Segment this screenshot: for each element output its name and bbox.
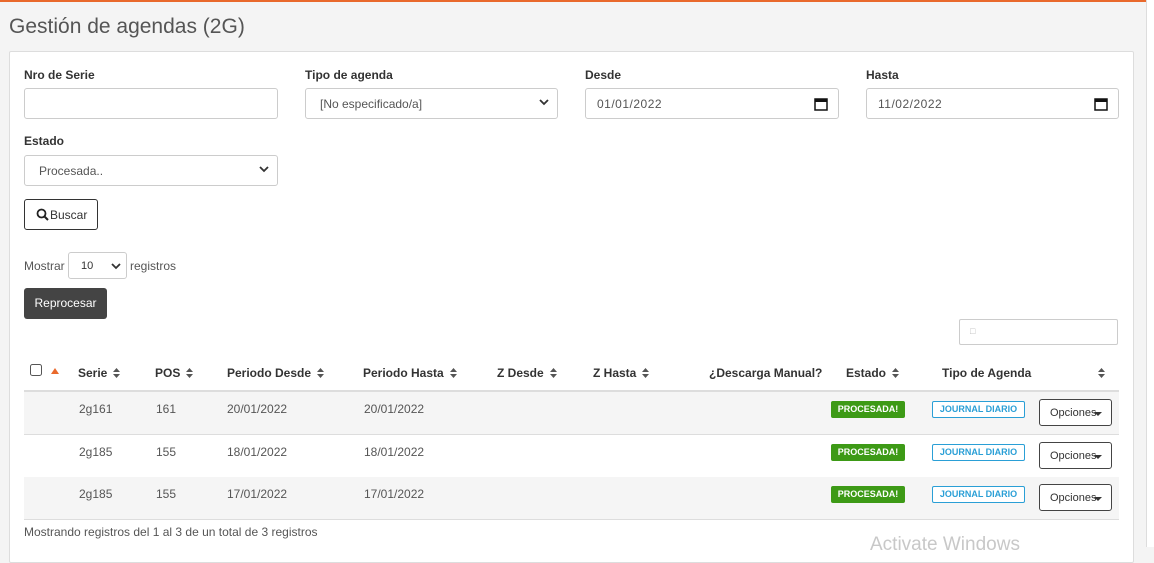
tipo-agenda-badge: JOURNAL DIARIO <box>932 401 1025 418</box>
opciones-label: Opciones <box>1050 492 1097 504</box>
col-pos-label: POS <box>155 366 181 380</box>
sort-icon <box>1098 368 1105 378</box>
status-badge: PROCESADA! <box>831 444 905 461</box>
chevron-down-icon <box>539 99 549 106</box>
sort-asc-icon[interactable] <box>51 368 60 374</box>
mostrar-label: Mostrar <box>24 259 65 273</box>
caret-down-icon <box>1094 497 1102 501</box>
hasta-label: Hasta <box>866 68 899 82</box>
nro-serie-label: Nro de Serie <box>24 68 95 82</box>
registros-label: registros <box>130 259 177 273</box>
chevron-down-icon <box>259 166 269 173</box>
status-badge: PROCESADA! <box>831 486 905 503</box>
reprocesar-button[interactable]: Reprocesar <box>24 288 107 319</box>
table-row: 2g161 161 20/01/2022 20/01/2022 PROCESAD… <box>24 392 1119 435</box>
table-row: 2g185 155 17/01/2022 17/01/2022 PROCESAD… <box>24 477 1119 520</box>
tipo-agenda-label: Tipo de agenda <box>305 68 393 82</box>
table-row: 2g185 155 18/01/2022 18/01/2022 PROCESAD… <box>24 435 1119 478</box>
caret-down-icon <box>1094 412 1102 416</box>
col-descarga-manual-label: ¿Descarga Manual? <box>709 366 823 380</box>
search-icon <box>36 208 49 221</box>
hasta-value: 11/02/2022 <box>878 97 943 111</box>
estado-selected: Procesada.. <box>39 164 104 178</box>
sort-icon <box>449 368 457 378</box>
buscar-button[interactable]: Buscar <box>24 199 98 230</box>
desde-date-input[interactable]: 01/01/2022 <box>585 88 839 119</box>
cell-serie: 2g161 <box>79 402 113 416</box>
cell-pos: 155 <box>156 487 177 501</box>
opciones-button[interactable]: Opciones <box>1039 484 1112 511</box>
col-periodo-hasta-label: Periodo Hasta <box>363 366 444 380</box>
sort-icon <box>186 368 194 378</box>
checkbox-icon[interactable] <box>30 364 42 376</box>
col-periodo-desde[interactable]: Periodo Desde <box>227 366 325 380</box>
opciones-label: Opciones <box>1050 450 1097 462</box>
cell-periodo-desde: 17/01/2022 <box>227 487 288 501</box>
col-serie[interactable]: Serie <box>78 366 121 380</box>
cell-pos: 155 <box>156 445 177 459</box>
sort-icon <box>642 368 650 378</box>
opciones-label: Opciones <box>1050 407 1097 419</box>
page-scrollbar[interactable] <box>1146 0 1154 547</box>
desde-value: 01/01/2022 <box>597 97 663 111</box>
opciones-button[interactable]: Opciones <box>1039 399 1112 426</box>
cell-pos: 161 <box>156 402 177 416</box>
tipo-agenda-badge: JOURNAL DIARIO <box>932 444 1025 461</box>
cell-serie: 2g185 <box>79 487 113 501</box>
sort-icon <box>549 368 557 378</box>
search-placeholder-icon: □ <box>970 326 976 336</box>
cell-periodo-hasta: 18/01/2022 <box>364 445 425 459</box>
col-z-desde[interactable]: Z Desde <box>497 366 557 380</box>
tipo-agenda-badge: JOURNAL DIARIO <box>932 486 1025 503</box>
col-periodo-hasta[interactable]: Periodo Hasta <box>363 366 457 380</box>
col-tipo-agenda: Tipo de Agenda <box>942 366 1031 380</box>
table-info: Mostrando registros del 1 al 3 de un tot… <box>24 525 318 539</box>
chevron-down-icon <box>111 263 121 270</box>
sort-icon <box>113 368 121 378</box>
col-descarga-manual: ¿Descarga Manual? <box>709 366 822 380</box>
col-estado[interactable]: Estado <box>846 366 900 380</box>
estado-label: Estado <box>24 134 65 148</box>
desde-label: Desde <box>585 68 622 82</box>
buscar-label: Buscar <box>50 208 88 222</box>
estado-select[interactable]: Procesada.. <box>24 155 278 186</box>
col-periodo-desde-label: Periodo Desde <box>227 366 312 380</box>
hasta-date-input[interactable]: 11/02/2022 <box>866 88 1119 119</box>
col-estado-label: Estado <box>846 366 887 380</box>
cell-serie: 2g185 <box>79 445 113 459</box>
opciones-button[interactable]: Opciones <box>1039 442 1112 469</box>
col-z-hasta[interactable]: Z Hasta <box>593 366 650 380</box>
col-z-desde-label: Z Desde <box>497 366 544 380</box>
cell-periodo-hasta: 17/01/2022 <box>364 487 425 501</box>
col-serie-label: Serie <box>78 366 108 380</box>
windows-activation-watermark: Activate Windows <box>870 534 1020 555</box>
page-title: Gestión de agendas (2G) <box>9 15 245 38</box>
top-accent-line <box>0 0 1146 2</box>
cell-periodo-desde: 18/01/2022 <box>227 445 288 459</box>
calendar-icon[interactable] <box>814 97 828 111</box>
status-badge: PROCESADA! <box>831 401 905 418</box>
page-length-select[interactable]: 10 <box>68 252 127 279</box>
calendar-icon[interactable] <box>1094 97 1108 111</box>
col-opciones[interactable] <box>1098 366 1105 380</box>
tipo-agenda-select[interactable]: [No especificado/a] <box>305 88 558 119</box>
page-length-value: 10 <box>81 260 94 272</box>
col-tipo-agenda-label: Tipo de Agenda <box>942 366 1032 380</box>
table-search-input[interactable]: □ <box>959 319 1118 345</box>
filters-panel: Nro de Serie Tipo de agenda Desde Hasta … <box>9 51 1134 563</box>
sort-icon <box>892 368 900 378</box>
col-pos[interactable]: POS <box>155 366 194 380</box>
select-all-checkbox[interactable] <box>30 364 60 379</box>
col-z-hasta-label: Z Hasta <box>593 366 637 380</box>
sort-icon <box>317 368 325 378</box>
tipo-agenda-selected: [No especificado/a] <box>320 97 423 111</box>
nro-serie-input[interactable] <box>24 88 278 119</box>
caret-down-icon <box>1094 455 1102 459</box>
cell-periodo-desde: 20/01/2022 <box>227 402 288 416</box>
cell-periodo-hasta: 20/01/2022 <box>364 402 425 416</box>
